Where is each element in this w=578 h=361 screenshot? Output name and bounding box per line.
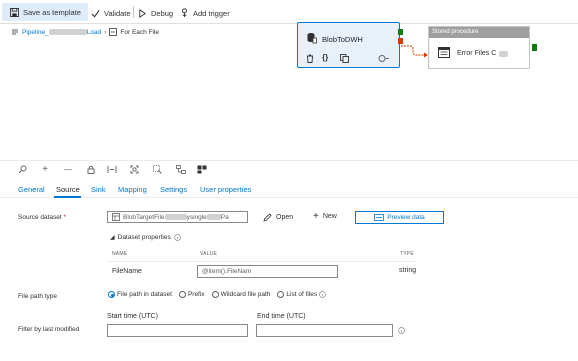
success-output-handle[interactable] (398, 29, 403, 35)
zoom-100-icon[interactable] (107, 165, 117, 175)
column-header-value: VALUE (200, 251, 218, 257)
filter-last-modified-label: Filter by last modified (18, 326, 80, 333)
tab-general[interactable]: General (18, 185, 45, 194)
info-icon (398, 327, 405, 334)
save-as-template-button[interactable]: Save as template (2, 3, 88, 21)
file-path-type-label: File path type (18, 293, 58, 300)
start-time-input[interactable] (107, 324, 248, 337)
pipeline-icon (11, 28, 19, 36)
save-as-template-label: Save as template (23, 7, 81, 17)
auto-align-icon[interactable] (176, 165, 186, 175)
preview-icon (374, 214, 385, 221)
radio-file-path-in-dataset[interactable]: File path in dataset (108, 291, 172, 298)
top-toolbar: Save as template Validate Debug Add trig… (0, 0, 578, 24)
debug-button[interactable]: Debug (138, 6, 173, 20)
new-dataset-button[interactable]: + New (313, 211, 337, 222)
success-output-handle[interactable] (532, 44, 537, 51)
plus-icon: + (313, 211, 319, 222)
file-path-type-group: File path in dataset Prefix Wildcard fil… (108, 291, 326, 298)
select-icon[interactable] (153, 165, 163, 175)
tab-settings[interactable]: Settings (160, 185, 187, 194)
save-icon (10, 7, 19, 17)
column-header-name: NAME (112, 251, 128, 257)
radio-button (211, 291, 219, 298)
stored-procedure-icon (438, 47, 450, 58)
redacted-text (499, 50, 509, 57)
radio-prefix[interactable]: Prefix (178, 291, 205, 298)
toolbar-divider (133, 6, 134, 18)
stored-procedure-header: Stored procedure (429, 27, 529, 38)
property-value-input[interactable]: @item().FileNam (197, 265, 338, 278)
radio-list-of-files[interactable]: List of files (277, 291, 326, 298)
zoom-in-icon[interactable]: + (40, 165, 50, 175)
stored-procedure-node[interactable]: Stored procedure Error Files C (428, 26, 537, 69)
debug-label: Debug (151, 8, 174, 18)
copy-activity-icon (307, 32, 317, 44)
info-icon (173, 234, 181, 241)
radio-button (178, 291, 186, 298)
activity-name: BlobToDWH (322, 35, 363, 44)
code-icon[interactable]: {} (322, 53, 328, 62)
open-dataset-button[interactable]: Open (263, 213, 293, 222)
end-time-input[interactable] (256, 324, 393, 337)
copy-icon[interactable] (340, 54, 349, 63)
breadcrumb: Pipeline_ Load › For Each File (11, 27, 159, 37)
dataset-properties-toggle[interactable]: ◢ Dataset properties (110, 234, 181, 241)
breadcrumb-pipeline-link[interactable]: Pipeline_ Load (22, 29, 101, 36)
dataset-icon (112, 213, 120, 221)
validate-button[interactable]: Validate (91, 6, 131, 20)
foreach-icon (109, 28, 118, 36)
redacted-text (164, 214, 187, 220)
active-tab-indicator (54, 196, 81, 198)
stored-procedure-body: Error Files C (430, 38, 529, 68)
radio-wildcard-file-path[interactable]: Wildcard file path (211, 291, 270, 298)
column-header-type: TYPE (400, 251, 414, 257)
add-output-icon[interactable] (378, 54, 390, 63)
layout-icon[interactable] (197, 165, 207, 175)
search-icon[interactable] (18, 165, 28, 175)
delete-icon[interactable] (306, 54, 314, 63)
tab-source[interactable]: Source (56, 185, 80, 194)
add-trigger-button[interactable]: Add trigger (180, 6, 230, 20)
fit-to-screen-icon[interactable] (130, 165, 140, 175)
preview-data-button[interactable]: Preview data (355, 211, 444, 224)
radio-button-checked (108, 291, 115, 298)
end-time-label: End time (UTC) (257, 313, 306, 320)
source-dataset-select[interactable]: BlobTargetFile ysingle Pa (107, 211, 248, 223)
redacted-text (206, 214, 221, 220)
table-divider (107, 261, 415, 262)
info-icon (319, 291, 326, 298)
canvas-toolbar: + — (0, 160, 578, 178)
source-dataset-label: Source dataset * (18, 214, 67, 221)
breadcrumb-activity: For Each File (120, 28, 160, 36)
tab-sink[interactable]: Sink (91, 185, 106, 194)
redacted-text (48, 28, 87, 35)
lock-icon[interactable] (87, 165, 97, 175)
failure-output-handle[interactable] (398, 38, 403, 44)
caret-down-icon: ◢ (110, 235, 115, 241)
start-time-label: Start time (UTC) (107, 313, 158, 320)
property-name: FileName (112, 268, 142, 275)
pencil-icon (263, 213, 272, 222)
properties-tabs: General Source Sink Mapping Settings Use… (0, 181, 578, 198)
debug-icon (138, 8, 147, 18)
validate-label: Validate (104, 8, 131, 18)
add-trigger-label: Add trigger (193, 8, 230, 18)
trigger-icon (180, 8, 189, 18)
tab-user-properties[interactable]: User properties (200, 185, 251, 194)
tab-mapping[interactable]: Mapping (118, 185, 147, 194)
copy-activity-node[interactable]: BlobToDWH {} (297, 22, 403, 68)
zoom-out-icon[interactable]: — (63, 165, 73, 175)
property-type: string (399, 267, 417, 274)
radio-button (277, 291, 285, 298)
chevron-right-icon: › (104, 28, 107, 36)
checkmark-icon (91, 9, 100, 18)
stored-procedure-name: Error Files C (457, 50, 509, 57)
